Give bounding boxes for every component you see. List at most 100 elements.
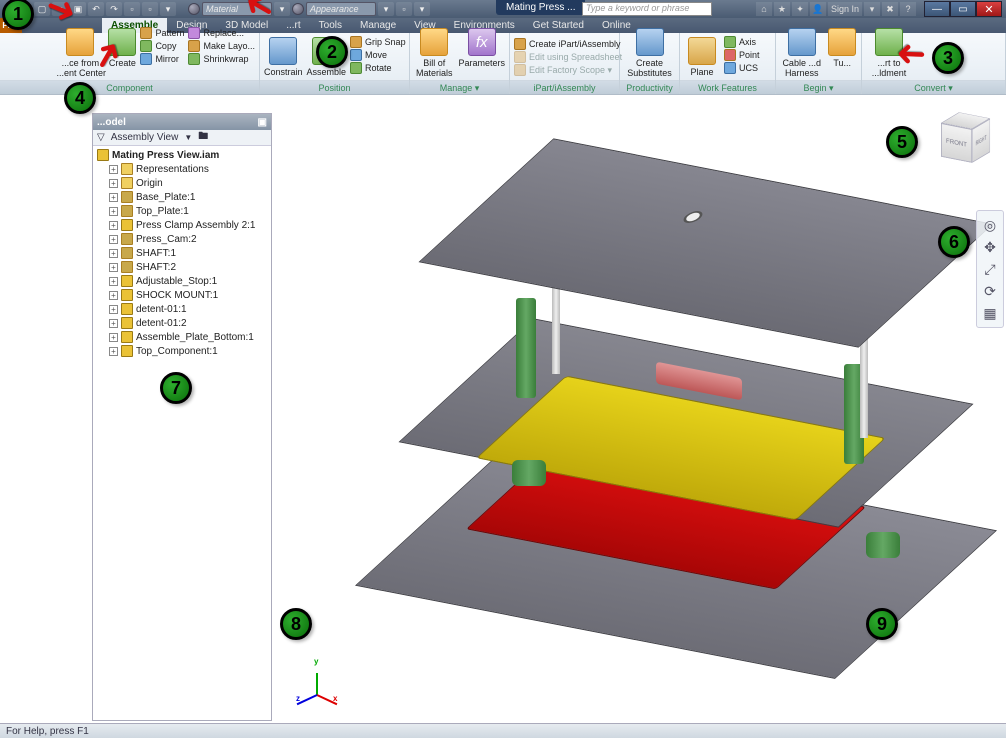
panel-begin: Cable ...d Harness Tu... Begin ▾ [776,33,862,94]
browser-tool-icon[interactable]: 🖿 [198,129,208,146]
orbit-icon[interactable]: ⟳ [977,280,1003,302]
make-layout-button[interactable]: Make Layo... [188,40,255,52]
folder-icon [121,177,133,189]
tree-item[interactable]: +detent-01:1 [93,302,271,316]
appearance-combo[interactable]: Appearance [306,2,376,16]
model-tree: Mating Press View.iam +Representations +… [93,146,271,360]
part-icon [121,191,133,203]
tab-tools[interactable]: Tools [310,18,351,33]
callout-5: 5 [886,126,918,158]
tree-item[interactable]: +detent-01:2 [93,316,271,330]
cable-harness-button[interactable]: Cable ...d Harness [780,26,823,78]
zoom-icon[interactable]: ⤢ [977,258,1003,280]
tree-item[interactable]: +SHOCK MOUNT:1 [93,288,271,302]
sys-icon-d[interactable]: ▾ [864,2,880,16]
tree-item[interactable]: +Representations [93,162,271,176]
move-button[interactable]: Move [350,49,406,61]
tree-item[interactable]: +SHAFT:1 [93,246,271,260]
status-help-text: For Help, press F1 [6,726,89,737]
minimize-button[interactable]: — [924,1,950,17]
panel-work-features-title: Work Features [680,80,775,94]
tree-item[interactable]: +Base_Plate:1 [93,190,271,204]
tree-root[interactable]: Mating Press View.iam [93,148,271,162]
panel-manage: Bill of Materials fx Parameters Manage ▾ [410,33,510,94]
copy-button[interactable]: Copy [140,40,184,52]
pan-icon[interactable]: ✥ [977,236,1003,258]
axis-button[interactable]: Axis [724,36,760,48]
user-icon[interactable]: 👤 [810,2,826,16]
assembly-icon [121,317,133,329]
create-ipart-button[interactable]: Create iPart/iAssembly [514,38,622,50]
bom-button[interactable]: Bill of Materials [414,26,454,78]
filter-icon[interactable]: ▽ [97,132,105,143]
sys-icon-c[interactable]: ✦ [792,2,808,16]
help-icon[interactable]: ? [900,2,916,16]
undo-icon[interactable]: ↶ [88,2,104,16]
edit-spreadsheet-button: Edit using Spreadsheet [514,51,622,63]
assembly-icon [121,275,133,287]
shrinkwrap-button[interactable]: Shrinkwrap [188,53,255,65]
tab-insert[interactable]: ...rt [277,18,309,33]
pattern-button[interactable]: Pattern [140,27,184,39]
qat-misc-icon[interactable]: ▫ [396,2,412,16]
edit-scope-button: Edit Factory Scope ▾ [514,64,622,76]
document-tab[interactable]: Mating Press ... [496,0,585,15]
tree-item[interactable]: +Adjustable_Stop:1 [93,274,271,288]
system-buttons-area: ⌂ ★ ✦ 👤 Sign In ▾ ✖ ? — ▭ ✕ [756,0,1002,18]
tab-get-started[interactable]: Get Started [524,18,593,33]
panel-manage-title: Manage ▾ [410,80,509,94]
view-cube[interactable]: RIGHT FRONT [950,118,988,167]
sys-icon-b[interactable]: ★ [774,2,790,16]
redo-icon[interactable]: ↷ [106,2,122,16]
maximize-button[interactable]: ▭ [950,1,976,17]
point-button[interactable]: Point [724,49,760,61]
panel-convert-title: Convert ▾ [862,80,1005,94]
model-render [366,138,926,698]
status-bar: For Help, press F1 [0,723,1006,738]
sys-icon-e[interactable]: ✖ [882,2,898,16]
lookat-icon[interactable]: ▦ [977,302,1003,324]
tab-manage[interactable]: Manage [351,18,405,33]
part-icon [121,247,133,259]
ucs-button[interactable]: UCS [724,62,760,74]
plane-button[interactable]: Plane [684,35,720,77]
coordinate-triad: y x z [298,661,338,701]
tree-item[interactable]: +Assemble_Plate_Bottom:1 [93,330,271,344]
assembly-view-dropdown[interactable]: Assembly View [111,132,179,143]
qat-icon-a[interactable]: ▫ [124,2,140,16]
qat-misc2-icon[interactable]: ▾ [414,2,430,16]
qat-icon-b[interactable]: ▫ [142,2,158,16]
mirror-button[interactable]: Mirror [140,53,184,65]
tree-item[interactable]: +Press Clamp Assembly 2:1 [93,218,271,232]
tree-item[interactable]: +Top_Plate:1 [93,204,271,218]
close-button[interactable]: ✕ [976,1,1002,17]
parameters-button[interactable]: fx Parameters [458,26,505,68]
create-substitutes-button[interactable]: Create Substitutes [624,26,675,78]
arrow-3-icon: ➜ [895,33,927,76]
assembly-icon [121,331,133,343]
constrain-button[interactable]: Constrain [264,35,303,77]
rotate-button[interactable]: Rotate [350,62,406,74]
panel-work-features: Plane Axis Point UCS Work Features [680,33,776,94]
tree-item[interactable]: +Top_Component:1 [93,344,271,358]
sys-icon-a[interactable]: ⌂ [756,2,772,16]
grip-snap-button[interactable]: Grip Snap [350,36,406,48]
model-browser: ...odel ▣ ▽ Assembly View ▼ 🖿 Mating Pre… [92,113,272,721]
part-icon [121,233,133,245]
search-input[interactable]: Type a keyword or phrase [582,2,712,16]
browser-pin-icon[interactable]: ▣ [258,117,267,128]
tube-pipe-button[interactable]: Tu... [827,26,857,68]
sign-in-button[interactable]: Sign In [828,2,862,16]
callout-2: 2 [316,36,348,68]
replace-button[interactable]: Replace... [188,27,255,39]
steering-wheel-icon[interactable]: ◎ [977,214,1003,236]
tree-item[interactable]: +Press_Cam:2 [93,232,271,246]
navigation-bar: ◎ ✥ ⤢ ⟳ ▦ [976,210,1004,328]
assembly-icon [121,219,133,231]
appearance-dropdown-icon[interactable]: ▾ [378,2,394,16]
tree-item[interactable]: +Origin [93,176,271,190]
title-bar: ◪ ▢ ▾ ▣ ↶ ↷ ▫ ▫ ▾ Material ▾ Appearance … [0,0,1006,18]
viewcube-front[interactable]: FRONT [941,123,972,163]
tree-item[interactable]: +SHAFT:2 [93,260,271,274]
qat-icon-c[interactable]: ▾ [160,2,176,16]
